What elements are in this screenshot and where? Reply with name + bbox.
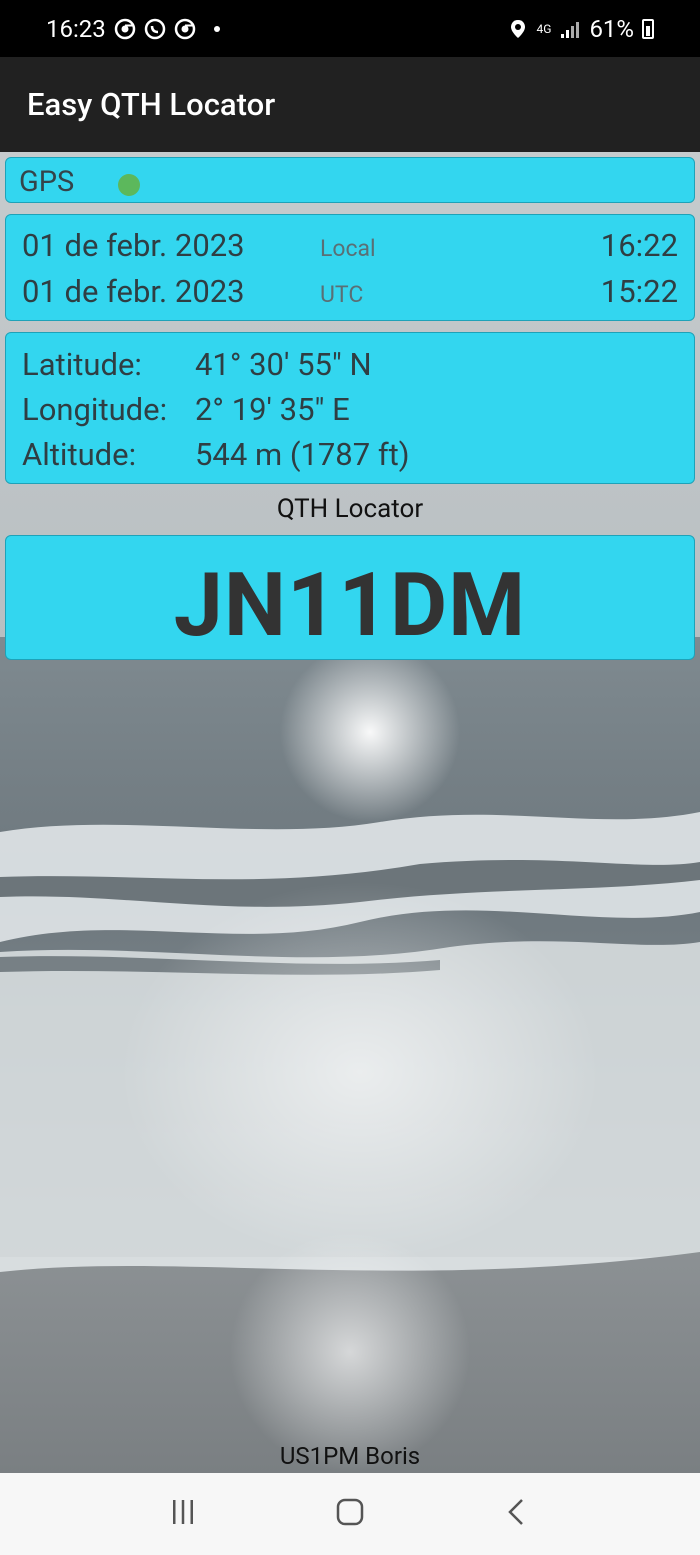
- altitude-value: 544 m (1787 ft): [195, 436, 410, 473]
- locator-caption: QTH Locator: [276, 494, 424, 524]
- utc-zone-label: UTC: [320, 281, 364, 308]
- home-button[interactable]: [320, 1484, 380, 1544]
- notification-dot: [213, 25, 220, 32]
- coordinates-panel: Latitude: 41° 30' 55" N Longitude: 2° 19…: [5, 332, 695, 484]
- chrome-icon: [174, 18, 196, 40]
- local-time-row: 01 de febr. 2023 Local 16:22: [6, 227, 694, 271]
- home-icon: [335, 1497, 365, 1531]
- altitude-label: Altitude:: [22, 436, 137, 473]
- datetime-panel: 01 de febr. 2023 Local 16:22 01 de febr.…: [5, 214, 695, 321]
- recent-apps-icon: [168, 1497, 198, 1531]
- local-date: 01 de febr. 2023: [22, 227, 245, 264]
- app-title: Easy QTH Locator: [27, 86, 276, 123]
- local-zone-label: Local: [320, 235, 376, 262]
- longitude-row: Longitude: 2° 19' 35" E: [22, 391, 682, 435]
- gps-label: GPS: [19, 165, 75, 199]
- recent-apps-button[interactable]: [153, 1484, 213, 1544]
- local-time: 16:22: [600, 227, 678, 264]
- app-bar: Easy QTH Locator: [0, 57, 700, 152]
- status-left: 16:23: [46, 15, 220, 43]
- latitude-row: Latitude: 41° 30' 55" N: [22, 346, 682, 390]
- battery-icon: [642, 18, 654, 39]
- main-content: GPS 01 de febr. 2023 Local 16:22 01 de f…: [0, 152, 700, 1473]
- latitude-label: Latitude:: [22, 346, 142, 383]
- locator-panel[interactable]: JN11DM: [5, 535, 695, 660]
- whatsapp-icon: [144, 18, 166, 40]
- back-icon: [502, 1497, 532, 1531]
- battery-percent: 61%: [589, 14, 634, 43]
- longitude-label: Longitude:: [22, 391, 168, 428]
- system-nav-bar: [0, 1473, 700, 1555]
- back-button[interactable]: [487, 1484, 547, 1544]
- longitude-value: 2° 19' 35" E: [195, 391, 350, 428]
- utc-date: 01 de febr. 2023: [22, 273, 245, 310]
- location-icon: [507, 18, 529, 40]
- signal-icon: [559, 18, 581, 40]
- gps-status-indicator: [118, 174, 140, 196]
- latitude-value: 41° 30' 55" N: [195, 346, 372, 383]
- chrome-icon: [114, 18, 136, 40]
- network-4g-icon: 4G: [536, 21, 552, 36]
- locator-value: JN11DM: [173, 554, 527, 657]
- utc-time-row: 01 de febr. 2023 UTC 15:22: [6, 273, 694, 317]
- status-right: 4G 61%: [507, 15, 654, 43]
- status-bar: 16:23 4G 61%: [0, 0, 700, 57]
- photo-credit: US1PM Boris: [279, 1442, 421, 1470]
- status-time: 16:23: [46, 14, 106, 43]
- altitude-row: Altitude: 544 m (1787 ft): [22, 436, 682, 480]
- utc-time: 15:22: [600, 273, 678, 310]
- gps-panel: GPS: [5, 157, 695, 203]
